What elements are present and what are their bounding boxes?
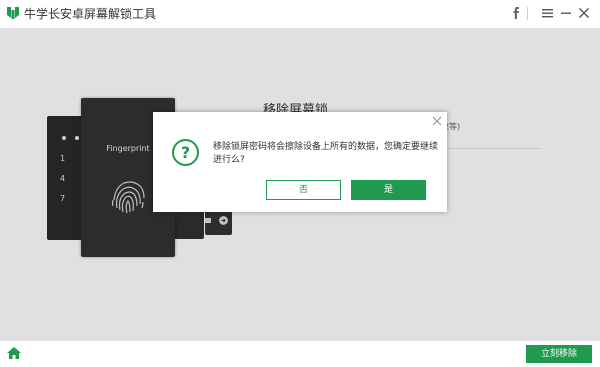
app-logo-icon: [7, 7, 19, 19]
yes-button[interactable]: 是: [351, 180, 426, 200]
dialog-message: 移除锁屏密码将会擦除设备上所有的数据，您确定要继续进行么?: [213, 142, 439, 165]
remove-now-button[interactable]: 立刻移除: [526, 345, 592, 363]
close-icon[interactable]: [575, 4, 593, 22]
home-icon[interactable]: [6, 346, 22, 360]
app-title: 牛学长安卓屏幕解锁工具: [24, 7, 157, 21]
footer-divider: [0, 340, 600, 341]
titlebar-separator: [527, 7, 528, 20]
no-button[interactable]: 否: [266, 180, 341, 200]
menu-icon[interactable]: [539, 4, 557, 22]
facebook-icon[interactable]: [507, 4, 525, 22]
title-bar: 牛学长安卓屏幕解锁工具: [0, 0, 600, 28]
question-icon: ?: [172, 139, 199, 166]
minimize-icon[interactable]: [557, 4, 575, 22]
confirm-dialog: ? 移除锁屏密码将会擦除设备上所有的数据，您确定要继续进行么? 否 是: [153, 112, 447, 212]
dialog-close-icon[interactable]: [431, 115, 443, 127]
